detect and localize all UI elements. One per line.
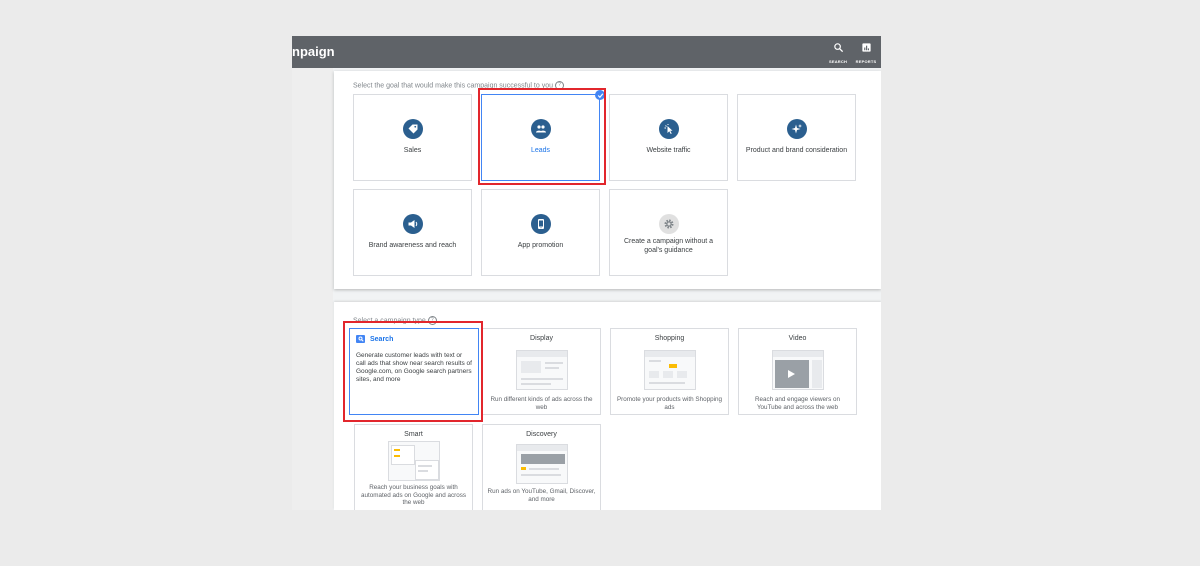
discovery-preview-image	[515, 444, 568, 484]
page-title: npaign	[292, 44, 335, 59]
goal-card-sales[interactable]: Sales	[353, 94, 472, 181]
campaign-type-title: Video	[788, 335, 807, 342]
reports-icon	[861, 43, 871, 52]
goal-card-website-traffic[interactable]: Website traffic	[609, 94, 728, 181]
campaign-type-shopping[interactable]: Shopping Promote your products with Shop…	[610, 328, 729, 415]
display-preview-image	[515, 350, 568, 390]
campaign-type-title: Smart	[404, 431, 423, 438]
gear-icon	[658, 214, 679, 234]
campaign-type-desc: Reach your business goals with automated…	[360, 484, 467, 506]
smartphone-icon	[530, 214, 551, 234]
goal-label: App promotion	[517, 242, 564, 249]
sparkle-icon	[786, 119, 807, 139]
goal-card-no-goal[interactable]: Create a campaign without a goal's guida…	[609, 189, 728, 276]
tag-icon	[402, 119, 423, 139]
highlight-box-leads	[478, 88, 606, 185]
search-button-label: SEARCH	[828, 59, 848, 64]
megaphone-icon	[402, 214, 423, 234]
goal-label: Brand awareness and reach	[368, 242, 457, 249]
campaign-type-smart[interactable]: Smart Reach your business goals with aut…	[354, 424, 473, 510]
smart-preview-image	[387, 441, 440, 481]
goal-card-brand-awareness[interactable]: Brand awareness and reach	[353, 189, 472, 276]
campaign-type-desc: Promote your products with Shopping ads	[616, 396, 722, 411]
cursor-click-icon	[658, 119, 679, 139]
goal-label: Website traffic	[646, 147, 691, 154]
campaign-type-title: Shopping	[654, 335, 685, 342]
goal-label: Create a campaign without a goal's guida…	[623, 238, 714, 254]
campaign-type-display[interactable]: Display Run different kinds of ads acros…	[482, 328, 601, 415]
left-sidebar	[292, 68, 333, 510]
top-bar: npaign SEARCH REPORTS	[292, 36, 881, 68]
campaign-type-desc: Run different kinds of ads across the we…	[490, 396, 593, 411]
search-button[interactable]: SEARCH	[823, 40, 853, 64]
reports-button-label: REPORTS	[855, 59, 877, 64]
reports-button[interactable]: REPORTS	[851, 40, 881, 64]
goal-card-app-promotion[interactable]: App promotion	[481, 189, 600, 276]
highlight-box-search	[343, 321, 483, 422]
campaign-type-desc: Reach and engage viewers on YouTube and …	[754, 396, 841, 411]
campaign-type-video[interactable]: Video Reach and engage viewers on YouTub…	[738, 328, 857, 415]
app-frame: npaign SEARCH REPORTS Select the goal th…	[292, 36, 881, 510]
shopping-preview-image	[643, 350, 696, 390]
campaign-type-title: Discovery	[526, 431, 557, 438]
campaign-type-desc: Run ads on YouTube, Gmail, Discover, and…	[487, 488, 596, 503]
search-icon	[833, 43, 843, 53]
goal-label: Sales	[403, 147, 422, 154]
video-preview-image	[771, 350, 824, 390]
goal-card-product-brand[interactable]: Product and brand consideration	[737, 94, 856, 181]
play-icon	[787, 370, 795, 378]
campaign-type-title: Display	[530, 335, 553, 342]
goal-label: Product and brand consideration	[745, 147, 848, 154]
goal-panel: Select the goal that would make this cam…	[334, 71, 881, 289]
campaign-type-discovery[interactable]: Discovery Run ads on YouTube, Gmail, Dis…	[482, 424, 601, 510]
